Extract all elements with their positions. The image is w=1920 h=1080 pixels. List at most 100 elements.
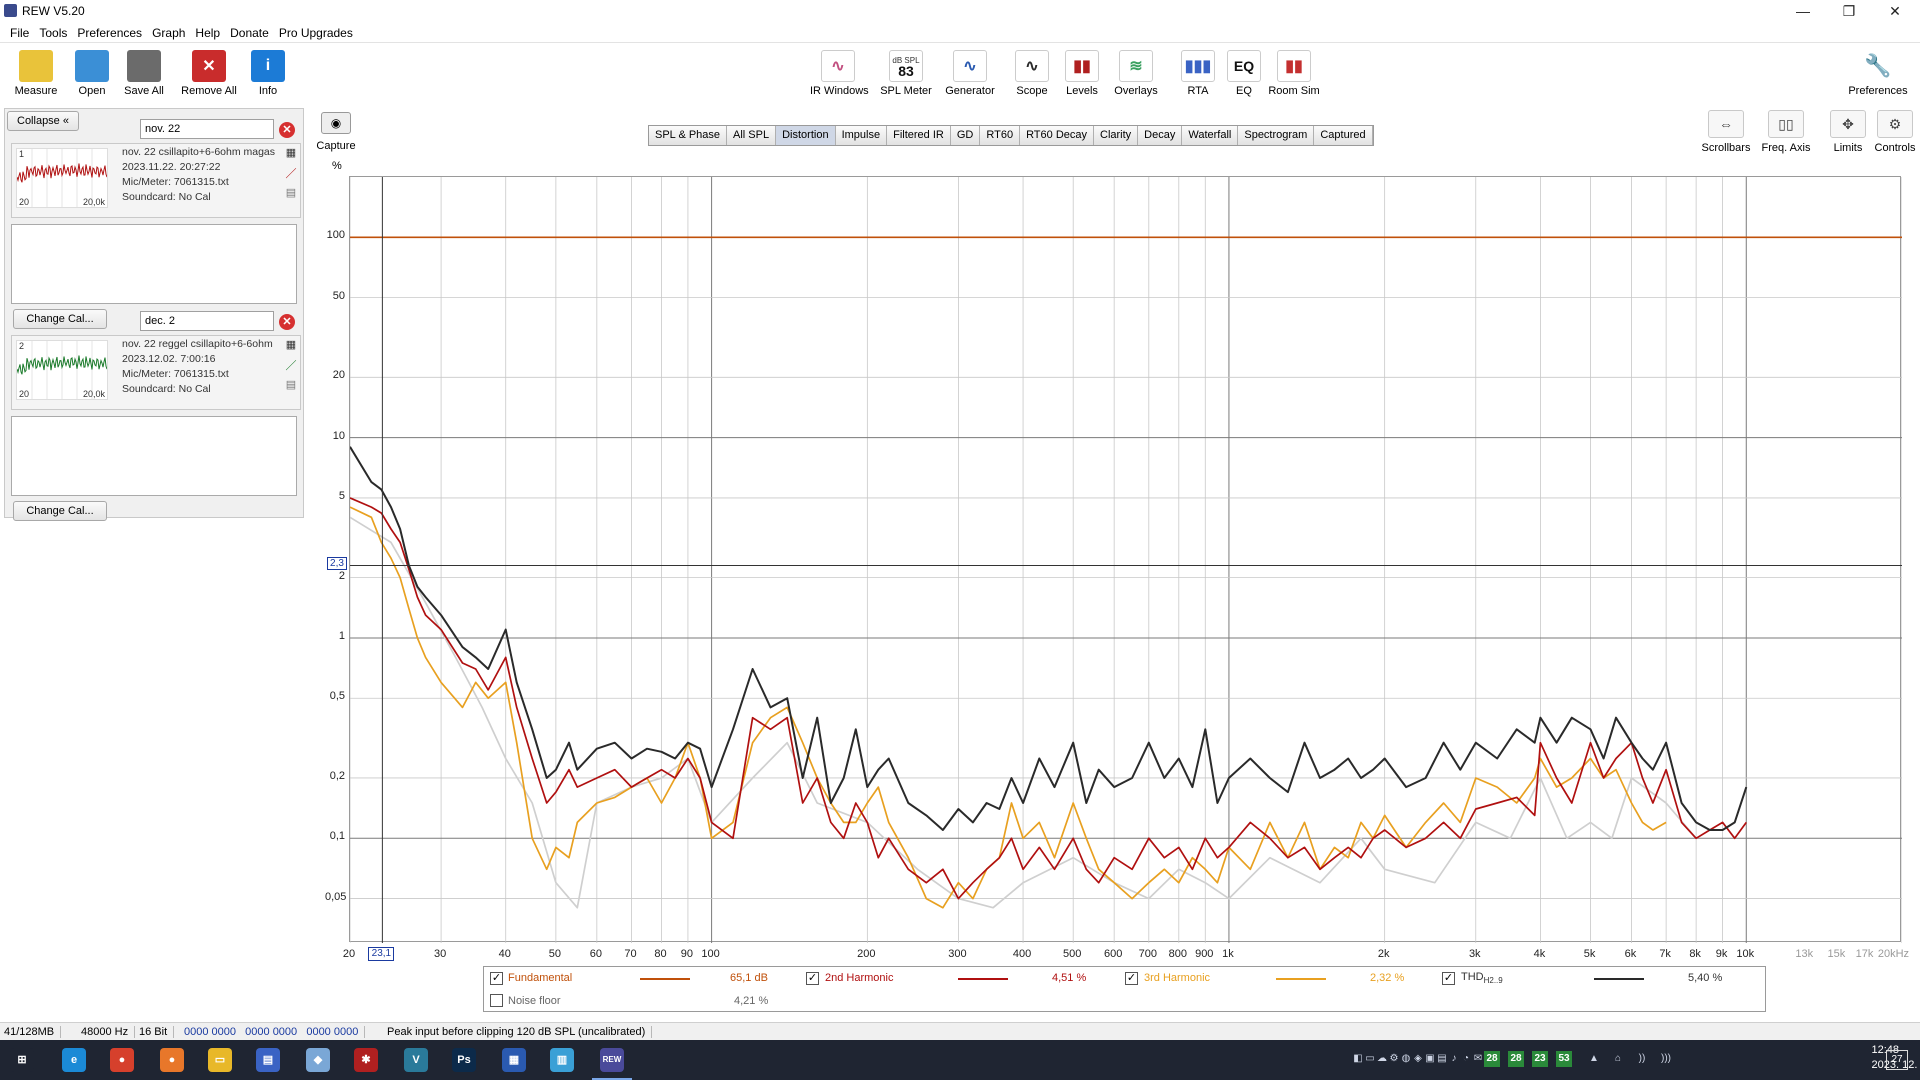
collapse-label: Collapse <box>17 115 60 127</box>
photoshop-icon[interactable]: Ps <box>452 1048 476 1072</box>
tab-decay[interactable]: Decay <box>1138 126 1183 145</box>
preferences-button[interactable]: 🔧 Preferences <box>1846 50 1910 97</box>
notes-icon[interactable]: ▤ <box>284 378 298 392</box>
save-all-button[interactable]: Save All <box>122 50 166 97</box>
tab-gd[interactable]: GD <box>950 126 981 145</box>
distortion-plot[interactable] <box>349 177 1903 943</box>
doc-app-icon[interactable]: ▥ <box>550 1048 574 1072</box>
tab-rt60[interactable]: RT60 <box>980 126 1021 145</box>
menu-donate[interactable]: Donate <box>225 22 274 40</box>
room-sim-button[interactable]: ▮▮ Room Sim <box>1264 50 1324 97</box>
fundamental-checkbox[interactable]: ✓ <box>490 972 503 985</box>
thd-checkbox[interactable]: ✓ <box>1442 972 1455 985</box>
menu-tools[interactable]: Tools <box>34 22 72 40</box>
measurement-name-field[interactable]: dec. 2 <box>140 311 274 331</box>
open-button[interactable]: Open <box>70 50 114 97</box>
remove-all-button[interactable]: ✕ Remove All <box>178 50 240 97</box>
remove-measurement-icon[interactable]: ✕ <box>279 122 295 138</box>
tray-counter-icon[interactable]: 23 <box>1532 1051 1548 1067</box>
measurement-info-icon[interactable]: ▦ <box>284 146 298 160</box>
close-button[interactable]: ✕ <box>1872 0 1918 22</box>
trace-color-icon[interactable]: ／ <box>284 357 298 372</box>
eq-icon: EQ <box>1227 50 1261 82</box>
scrollbars-button[interactable]: ⇔ Scrollbars <box>1700 110 1752 154</box>
tab-filtered-ir[interactable]: Filtered IR <box>887 126 951 145</box>
notifications-button[interactable]: 27 <box>1886 1050 1908 1070</box>
freq-axis-button[interactable]: ▯▯ Freq. Axis <box>1760 110 1812 154</box>
chevron-left-icon: « <box>62 115 69 127</box>
notepad-icon[interactable]: ◆ <box>306 1048 330 1072</box>
controls-button[interactable]: ⚙ Controls <box>1872 110 1918 154</box>
firefox-icon[interactable]: ● <box>160 1048 184 1072</box>
change-cal-button[interactable]: Change Cal... <box>13 501 107 521</box>
tray-icon[interactable]: ✉ <box>1470 1051 1486 1067</box>
tray-counter-icon[interactable]: 28 <box>1508 1051 1524 1067</box>
spl-meter-button[interactable]: dB SPL 83 SPL Meter <box>878 50 934 97</box>
collapse-button[interactable]: Collapse « <box>7 111 79 131</box>
tab-spl-phase[interactable]: SPL & Phase <box>649 126 728 145</box>
overlays-button[interactable]: ≋ Overlays <box>1108 50 1164 97</box>
measure-button[interactable]: Measure <box>14 50 58 97</box>
show-hidden-icons-icon[interactable]: ▲ <box>1586 1051 1602 1067</box>
h2-checkbox[interactable]: ✓ <box>806 972 819 985</box>
chrome-icon[interactable]: ● <box>110 1048 134 1072</box>
noise-floor-checkbox[interactable] <box>490 994 503 1007</box>
notes-icon[interactable]: ▤ <box>284 186 298 200</box>
clock[interactable]: 12:48 2023. 12. 06. <box>1872 1044 1920 1071</box>
minimize-button[interactable]: — <box>1780 0 1826 22</box>
tab-waterfall[interactable]: Waterfall <box>1182 126 1239 145</box>
info-button[interactable]: i Info <box>246 50 290 97</box>
change-cal-button[interactable]: Change Cal... <box>13 309 107 329</box>
save-app-icon[interactable]: ▤ <box>256 1048 280 1072</box>
measurement-name-field[interactable]: nov. 22 <box>140 119 274 139</box>
tab-distortion[interactable]: Distortion <box>776 126 836 145</box>
sample-rate-status: 48000 Hz <box>81 1026 136 1038</box>
scope-button[interactable]: ∿ Scope <box>1004 50 1060 97</box>
h3-checkbox[interactable]: ✓ <box>1125 972 1138 985</box>
tab-rt60-decay[interactable]: RT60 Decay <box>1020 126 1094 145</box>
tab-impulse[interactable]: Impulse <box>835 126 888 145</box>
measurement-notes[interactable] <box>11 416 297 496</box>
remove-measurement-icon[interactable]: ✕ <box>279 314 295 330</box>
measurement-card[interactable]: 1 20 20,0k nov. 22 csillapito+6-6ohm magas 2… <box>11 143 301 218</box>
menu-pro-upgrades[interactable]: Pro Upgrades <box>274 22 358 40</box>
app-red-icon[interactable]: ✱ <box>354 1048 378 1072</box>
measurement-mic: Mic/Meter: 7061315.txt <box>122 368 229 380</box>
generator-button[interactable]: ∿ Generator <box>942 50 998 97</box>
tab-spectrogram[interactable]: Spectrogram <box>1238 126 1315 145</box>
ir-windows-button[interactable]: ∿ IR Windows <box>810 50 869 97</box>
word-app-icon[interactable]: ▦ <box>502 1048 526 1072</box>
explorer-icon[interactable]: ▭ <box>208 1048 232 1072</box>
rew-app-icon[interactable]: REW <box>600 1048 624 1072</box>
menu-graph[interactable]: Graph <box>147 22 190 40</box>
tray-counter-icon[interactable]: 53 <box>1556 1051 1572 1067</box>
edge-icon[interactable]: e <box>62 1048 86 1072</box>
levels-button[interactable]: ▮▮ Levels <box>1054 50 1110 97</box>
maximize-button[interactable]: ❐ <box>1826 0 1872 22</box>
x-tick-label: 2k <box>1377 948 1390 960</box>
measurement-soundcard: Soundcard: No Cal <box>122 383 211 395</box>
distortion-graph[interactable] <box>349 176 1903 943</box>
trace-color-icon[interactable]: ／ <box>284 165 298 180</box>
menu-help[interactable]: Help <box>190 22 225 40</box>
v-app-icon[interactable]: V <box>404 1048 428 1072</box>
measurement-notes[interactable] <box>11 224 297 304</box>
status-message: Peak input before clipping 120 dB SPL (u… <box>387 1026 653 1038</box>
measurement-info-icon[interactable]: ▦ <box>284 338 298 352</box>
capture-button[interactable]: ◉ Capture <box>316 112 356 152</box>
tab-clarity[interactable]: Clarity <box>1094 126 1139 145</box>
menu-file[interactable]: File <box>0 22 34 40</box>
tray-counter-icon[interactable]: 28 <box>1484 1051 1500 1067</box>
power-icon[interactable]: ⌂ <box>1610 1051 1626 1067</box>
menu-preferences[interactable]: Preferences <box>72 22 147 40</box>
gear-icon: ⚙ <box>1877 110 1913 138</box>
tab-all-spl[interactable]: All SPL <box>727 126 777 145</box>
volume-icon[interactable]: ))) <box>1658 1051 1674 1067</box>
thd-label-text: THD <box>1461 971 1484 983</box>
measurement-card[interactable]: 2 20 20,0k nov. 22 reggel csillapito+6-6ohm… <box>11 335 301 410</box>
wifi-icon[interactable]: )) <box>1634 1051 1650 1067</box>
limits-button[interactable]: ✥ Limits <box>1822 110 1874 154</box>
start-icon[interactable]: ⊞ <box>10 1048 34 1072</box>
tab-captured[interactable]: Captured <box>1314 126 1373 145</box>
x-tick-label: 40 <box>498 948 511 960</box>
